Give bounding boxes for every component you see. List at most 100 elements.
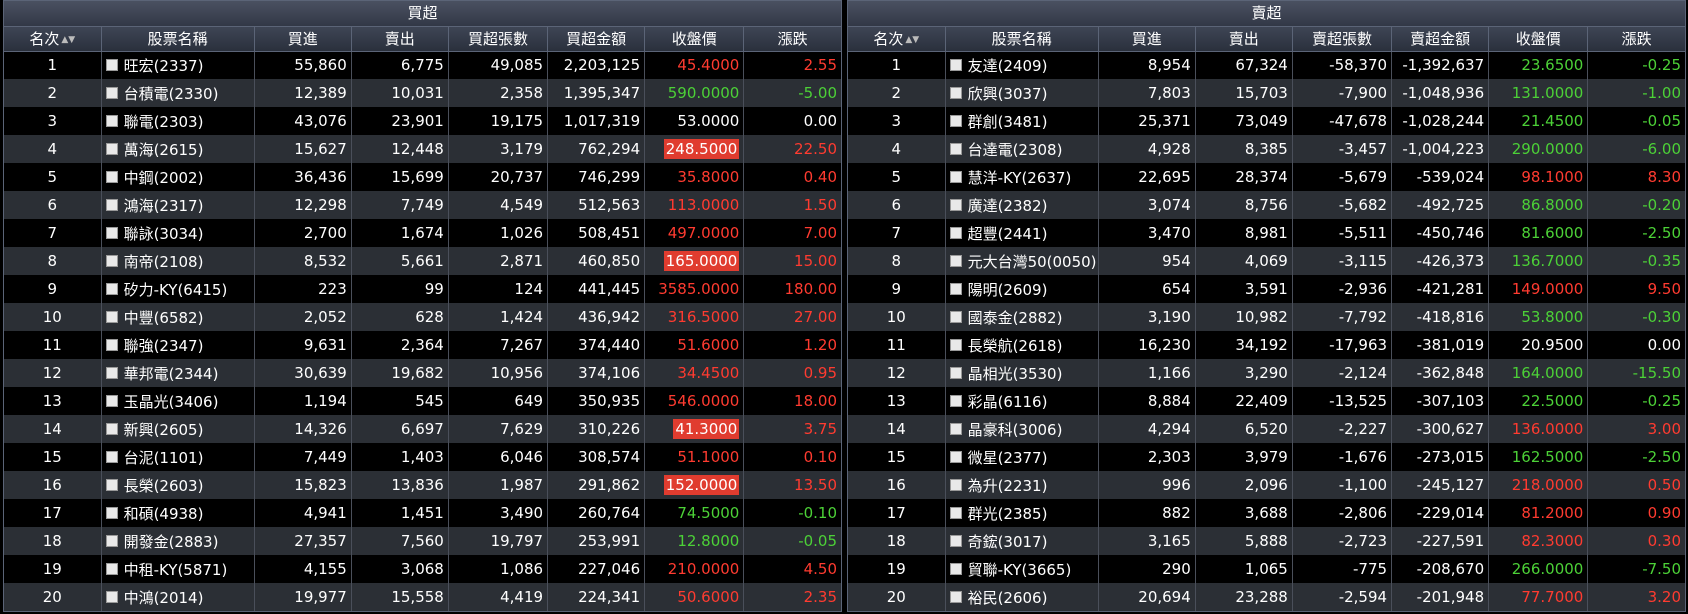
stock-name-cell[interactable]: 友達(2409)	[945, 51, 1099, 79]
table-row[interactable]: 18 開發金(2883) 27,357 7,560 19,797 253,991 12.80…	[4, 527, 841, 555]
table-row[interactable]: 17 群光(2385) 882 3,688 -2,806 -229,014 81.2000 0…	[848, 499, 1685, 527]
stock-name[interactable]: 新興(2605)	[124, 421, 204, 439]
stock-name[interactable]: 萬海(2615)	[124, 141, 204, 159]
checkbox-icon[interactable]	[949, 367, 962, 379]
stock-name-cell[interactable]: 廣達(2382)	[945, 191, 1099, 219]
checkbox-icon[interactable]	[105, 479, 118, 491]
stock-name-cell[interactable]: 國泰金(2882)	[945, 303, 1099, 331]
checkbox-icon[interactable]	[105, 423, 118, 435]
stock-name-cell[interactable]: 中鋼(2002)	[101, 163, 255, 191]
stock-name-cell[interactable]: 台泥(1101)	[101, 443, 255, 471]
stock-name-cell[interactable]: 聯強(2347)	[101, 331, 255, 359]
checkbox-icon[interactable]	[105, 255, 118, 267]
table-row[interactable]: 9 矽力-KY(6415) 223 99 124 441,445 3585.0000 180.…	[4, 275, 841, 303]
stock-name-cell[interactable]: 台積電(2330)	[101, 79, 255, 107]
stock-name-cell[interactable]: 台達電(2308)	[945, 135, 1099, 163]
stock-name-cell[interactable]: 中豐(6582)	[101, 303, 255, 331]
table-row[interactable]: 4 萬海(2615) 15,627 12,448 3,179 762,294 248.500…	[4, 135, 841, 163]
checkbox-icon[interactable]	[105, 283, 118, 295]
checkbox-icon[interactable]	[949, 255, 962, 267]
stock-name[interactable]: 友達(2409)	[968, 57, 1048, 75]
stock-name[interactable]: 廣達(2382)	[968, 197, 1048, 215]
table-row[interactable]: 7 聯詠(3034) 2,700 1,674 1,026 508,451 497.0000 7…	[4, 219, 841, 247]
checkbox-icon[interactable]	[949, 227, 962, 239]
checkbox-icon[interactable]	[105, 507, 118, 519]
stock-name-cell[interactable]: 玉晶光(3406)	[101, 387, 255, 415]
stock-name[interactable]: 聯詠(3034)	[124, 225, 204, 243]
checkbox-icon[interactable]	[949, 115, 962, 127]
checkbox-icon[interactable]	[949, 339, 962, 351]
col-header-change[interactable]: 漲跌	[743, 27, 841, 52]
checkbox-icon[interactable]	[949, 59, 962, 72]
stock-name-cell[interactable]: 中鴻(2014)	[101, 583, 255, 611]
table-row[interactable]: 19 中租-KY(5871) 4,155 3,068 1,086 227,046 210.0…	[4, 555, 841, 583]
stock-name[interactable]: 矽力-KY(6415)	[124, 281, 228, 299]
stock-name[interactable]: 和碩(4938)	[124, 505, 204, 523]
checkbox-icon[interactable]	[105, 115, 118, 127]
table-row[interactable]: 12 華邦電(2344) 30,639 19,682 10,956 374,106 34.4…	[4, 359, 841, 387]
col-header-close[interactable]: 收盤價	[1488, 27, 1589, 52]
stock-name[interactable]: 華邦電(2344)	[124, 365, 219, 383]
stock-name-cell[interactable]: 奇鋐(3017)	[945, 527, 1099, 555]
checkbox-icon[interactable]	[949, 591, 962, 603]
col-header-net[interactable]: 買超張數	[448, 27, 549, 52]
table-row[interactable]: 16 為升(2231) 996 2,096 -1,100 -245,127 218.0000…	[848, 471, 1685, 499]
checkbox-icon[interactable]	[105, 451, 118, 463]
table-row[interactable]: 15 微星(2377) 2,303 3,979 -1,676 -273,015 162.50…	[848, 443, 1685, 471]
col-header-amount[interactable]: 買超金額	[547, 27, 646, 52]
checkbox-icon[interactable]	[949, 311, 962, 323]
stock-name[interactable]: 陽明(2609)	[968, 281, 1048, 299]
stock-name[interactable]: 開發金(2883)	[124, 533, 219, 551]
col-header-amount[interactable]: 賣超金額	[1391, 27, 1490, 52]
checkbox-icon[interactable]	[105, 199, 118, 211]
checkbox-icon[interactable]	[949, 535, 962, 547]
stock-name-cell[interactable]: 聯電(2303)	[101, 107, 255, 135]
table-row[interactable]: 6 鴻海(2317) 12,298 7,749 4,549 512,563 113.0000…	[4, 191, 841, 219]
table-row[interactable]: 3 群創(3481) 25,371 73,049 -47,678 -1,028,244 21…	[848, 107, 1685, 135]
checkbox-icon[interactable]	[105, 171, 118, 183]
col-header-name[interactable]: 股票名稱	[945, 27, 1099, 52]
stock-name[interactable]: 晶相光(3530)	[968, 365, 1063, 383]
col-header-buy[interactable]: 買進	[254, 27, 352, 52]
checkbox-icon[interactable]	[105, 563, 118, 575]
col-header-net[interactable]: 賣超張數	[1292, 27, 1393, 52]
stock-name[interactable]: 中豐(6582)	[124, 309, 204, 327]
stock-name[interactable]: 群創(3481)	[968, 113, 1048, 131]
checkbox-icon[interactable]	[949, 143, 962, 155]
stock-name-cell[interactable]: 萬海(2615)	[101, 135, 255, 163]
stock-name[interactable]: 晶豪科(3006)	[968, 421, 1063, 439]
table-row[interactable]: 10 國泰金(2882) 3,190 10,982 -7,792 -418,816 53.8…	[848, 303, 1685, 331]
stock-name-cell[interactable]: 開發金(2883)	[101, 527, 255, 555]
col-header-rank[interactable]: 名次 ▲▼	[4, 27, 102, 52]
table-row[interactable]: 16 長榮(2603) 15,823 13,836 1,987 291,862 152.00…	[4, 471, 841, 499]
stock-name[interactable]: 旺宏(2337)	[124, 57, 204, 75]
stock-name[interactable]: 貿聯-KY(3665)	[968, 561, 1072, 579]
table-row[interactable]: 17 和碩(4938) 4,941 1,451 3,490 260,764 74.5000-…	[4, 499, 841, 527]
stock-name[interactable]: 台泥(1101)	[124, 449, 204, 467]
table-row[interactable]: 5 中鋼(2002) 36,436 15,699 20,737 746,299 35.800…	[4, 163, 841, 191]
stock-name-cell[interactable]: 新興(2605)	[101, 415, 255, 443]
col-header-rank[interactable]: 名次 ▲▼	[848, 27, 946, 52]
checkbox-icon[interactable]	[105, 59, 118, 72]
stock-name-cell[interactable]: 群創(3481)	[945, 107, 1099, 135]
table-row[interactable]: 9 陽明(2609) 654 3,591 -2,936 -421,281 149.0000 9…	[848, 275, 1685, 303]
stock-name[interactable]: 中鴻(2014)	[124, 589, 204, 607]
stock-name[interactable]: 微星(2377)	[968, 449, 1048, 467]
checkbox-icon[interactable]	[105, 87, 118, 99]
checkbox-icon[interactable]	[949, 507, 962, 519]
table-row[interactable]: 6 廣達(2382) 3,074 8,756 -5,682 -492,725 86.8000…	[848, 191, 1685, 219]
table-row[interactable]: 2 欣興(3037) 7,803 15,703 -7,900 -1,048,936 131.…	[848, 79, 1685, 107]
stock-name-cell[interactable]: 貿聯-KY(3665)	[945, 555, 1099, 583]
table-row[interactable]: 14 晶豪科(3006) 4,294 6,520 -2,227 -300,627 136.0…	[848, 415, 1685, 443]
stock-name[interactable]: 鴻海(2317)	[124, 197, 204, 215]
table-row[interactable]: 10 中豐(6582) 2,052 628 1,424 436,942 316.5000 27…	[4, 303, 841, 331]
stock-name[interactable]: 群光(2385)	[968, 505, 1048, 523]
stock-name-cell[interactable]: 群光(2385)	[945, 499, 1099, 527]
table-row[interactable]: 20 中鴻(2014) 19,977 15,558 4,419 224,341 50.600…	[4, 583, 841, 611]
table-row[interactable]: 7 超豐(2441) 3,470 8,981 -5,511 -450,746 81.6000…	[848, 219, 1685, 247]
stock-name-cell[interactable]: 欣興(3037)	[945, 79, 1099, 107]
checkbox-icon[interactable]	[105, 339, 118, 351]
stock-name-cell[interactable]: 中租-KY(5871)	[101, 555, 255, 583]
table-row[interactable]: 2 台積電(2330) 12,389 10,031 2,358 1,395,347 590.…	[4, 79, 841, 107]
table-row[interactable]: 13 彩晶(6116) 8,884 22,409 -13,525 -307,103 22.5…	[848, 387, 1685, 415]
